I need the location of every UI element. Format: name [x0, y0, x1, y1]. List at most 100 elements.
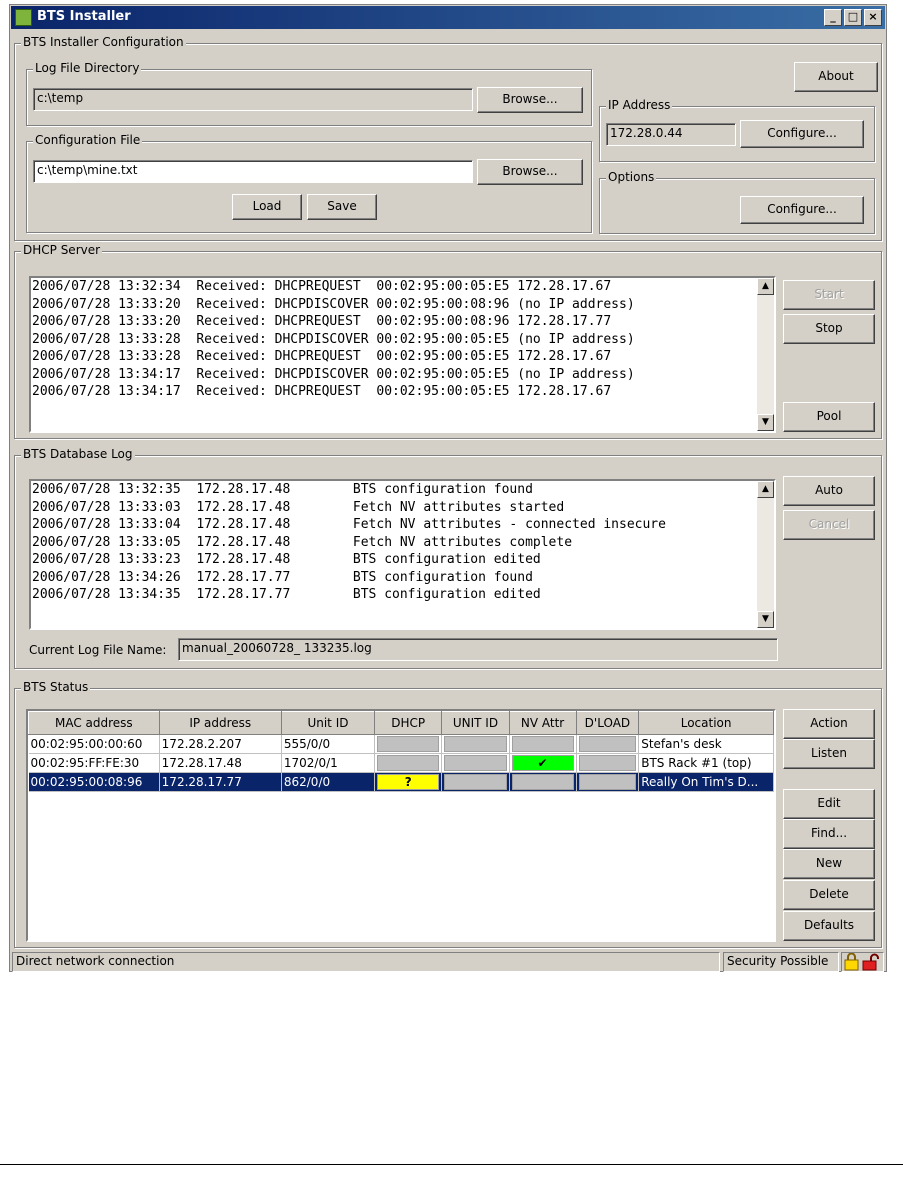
app-icon	[15, 9, 32, 26]
options-configure-button[interactable]: Configure...	[740, 196, 864, 224]
cell-unitid	[441, 753, 510, 773]
ip-group: IP Address 172.28.0.44 Configure...	[599, 98, 875, 162]
security-icons	[841, 952, 884, 972]
cell-dload	[576, 753, 640, 773]
ip-label: IP Address	[606, 98, 673, 112]
table-row[interactable]: 00:02:95:00:00:60 172.28.2.207 555/0/0 Stef…	[28, 734, 774, 754]
defaults-button[interactable]: Defaults	[783, 911, 875, 941]
log-line: 2006/07/28 13:33:20 Received: DHCPDISCOV…	[32, 296, 635, 312]
cell-location: Really On Tim's D...	[638, 772, 774, 792]
cell-dhcp	[374, 753, 443, 773]
col-location[interactable]: Location	[638, 711, 774, 735]
dhcp-start-button[interactable]: Start	[783, 280, 875, 310]
dhcp-indicator	[377, 736, 440, 752]
table-row[interactable]: 00:02:95:FF:FE:30 172.28.17.48 1702/0/1 ✔ BT…	[28, 753, 774, 773]
action-button[interactable]: Action	[783, 709, 875, 739]
lock-icon	[844, 952, 879, 971]
current-log-field: manual_20060728_ 133235.log	[178, 638, 778, 661]
dhcp-indicator: ?	[377, 774, 440, 790]
options-label: Options	[606, 170, 657, 184]
log-line: 2006/07/28 13:33:04 172.28.17.48 Fetch N…	[32, 517, 666, 532]
status-group: BTS Status MAC address IP address Unit I…	[14, 680, 882, 948]
dhcp-log[interactable]: 2006/07/28 13:32:34 Received: DHCPREQUES…	[29, 276, 776, 433]
cell-location: BTS Rack #1 (top)	[638, 753, 774, 773]
cell-dhcp	[374, 734, 443, 754]
new-button[interactable]: New	[783, 849, 875, 879]
minimize-button[interactable]: _	[824, 9, 842, 26]
cell-nv: ✔	[509, 753, 577, 773]
close-button[interactable]: ×	[864, 9, 882, 26]
scroll-up-icon[interactable]: ▲	[757, 278, 774, 295]
cell-unit: 1702/0/1	[281, 753, 376, 773]
status-bar: Direct network connection Security Possi…	[10, 952, 886, 972]
cell-mac: 00:02:95:FF:FE:30	[28, 753, 160, 773]
load-button[interactable]: Load	[232, 194, 302, 220]
col-dhcp[interactable]: DHCP	[374, 711, 443, 735]
dhcp-group: DHCP Server 2006/07/28 13:32:34 Received…	[14, 243, 882, 439]
status-label: BTS Status	[21, 680, 91, 694]
current-log-label: Current Log File Name:	[29, 643, 167, 657]
col-unitid[interactable]: UNIT ID	[441, 711, 510, 735]
maximize-button[interactable]: □	[844, 9, 862, 26]
find-button[interactable]: Find...	[783, 819, 875, 849]
dblog-log[interactable]: 2006/07/28 13:32:35 172.28.17.48 BTS con…	[29, 479, 776, 630]
title-bar[interactable]: BTS Installer _ □ ×	[11, 6, 885, 29]
status-security: Security Possible	[723, 952, 839, 972]
edit-button[interactable]: Edit	[783, 789, 875, 819]
cell-mac: 00:02:95:00:00:60	[28, 734, 160, 754]
dblog-log-text: 2006/07/28 13:32:35 172.28.17.48 BTS con…	[31, 481, 757, 628]
listen-button[interactable]: Listen	[783, 739, 875, 769]
col-nv[interactable]: NV Attr	[508, 711, 577, 735]
dload-indicator	[578, 736, 637, 752]
col-dload[interactable]: D'LOAD	[575, 711, 640, 735]
scroll-down-icon[interactable]: ▼	[757, 611, 774, 628]
dhcp-scrollbar[interactable]: ▲ ▼	[757, 278, 774, 431]
config-group: BTS Installer Configuration Log File Dir…	[14, 35, 882, 241]
dblog-label: BTS Database Log	[21, 447, 135, 461]
dload-indicator	[578, 755, 637, 771]
dload-indicator	[578, 774, 637, 790]
config-group-label: BTS Installer Configuration	[21, 35, 186, 49]
cell-unit: 862/0/0	[281, 772, 376, 792]
cfgfile-browse-button[interactable]: Browse...	[477, 159, 583, 185]
log-line: 2006/07/28 13:32:35 172.28.17.48 BTS con…	[32, 482, 533, 497]
page-rule	[0, 1164, 903, 1165]
logdir-browse-button[interactable]: Browse...	[477, 87, 583, 113]
cfgfile-field[interactable]: c:\temp\mine.txt	[33, 160, 473, 183]
col-mac[interactable]: MAC address	[28, 711, 160, 735]
dblog-auto-button[interactable]: Auto	[783, 476, 875, 506]
logdir-field[interactable]: c:\temp	[33, 88, 473, 111]
about-button[interactable]: About	[794, 62, 878, 92]
nv-indicator	[511, 774, 574, 790]
save-button[interactable]: Save	[307, 194, 377, 220]
log-line: 2006/07/28 13:34:26 172.28.17.77 BTS con…	[32, 569, 533, 585]
dblog-scrollbar[interactable]: ▲ ▼	[757, 481, 774, 628]
table-row[interactable]: 00:02:95:00:08:96 172.28.17.77 862/0/0? Rea…	[28, 772, 774, 792]
delete-button[interactable]: Delete	[783, 880, 875, 910]
log-line: 2006/07/28 13:33:28 Received: DHCPREQUES…	[32, 349, 612, 364]
window-title: BTS Installer	[37, 9, 131, 24]
cell-nv	[509, 772, 577, 792]
scroll-up-icon[interactable]: ▲	[757, 481, 774, 498]
scroll-down-icon[interactable]: ▼	[757, 414, 774, 431]
dhcp-pool-button[interactable]: Pool	[783, 402, 875, 432]
cell-location: Stefan's desk	[638, 734, 774, 754]
logdir-group: Log File Directory c:\temp Browse...	[26, 61, 592, 126]
cell-unitid	[441, 734, 510, 754]
bts-table: MAC address IP address Unit ID DHCP UNIT…	[28, 711, 774, 792]
cell-nv	[509, 734, 577, 754]
ip-configure-button[interactable]: Configure...	[740, 120, 864, 148]
log-line: 2006/07/28 13:32:34 Received: DHCPREQUES…	[32, 279, 612, 294]
dhcp-indicator	[377, 755, 440, 771]
ip-field[interactable]: 172.28.0.44	[606, 123, 736, 146]
col-ip[interactable]: IP address	[158, 711, 282, 735]
cell-mac: 00:02:95:00:08:96	[28, 772, 160, 792]
cell-ip: 172.28.17.77	[159, 772, 282, 792]
cell-dload	[576, 772, 640, 792]
bts-table-container[interactable]: MAC address IP address Unit ID DHCP UNIT…	[26, 709, 776, 942]
dblog-cancel-button[interactable]: Cancel	[783, 510, 875, 540]
col-unit[interactable]: Unit ID	[280, 711, 376, 735]
dhcp-stop-button[interactable]: Stop	[783, 314, 875, 344]
log-line: 2006/07/28 13:33:20 Received: DHCPREQUES…	[32, 314, 612, 329]
nv-indicator: ✔	[511, 755, 574, 771]
